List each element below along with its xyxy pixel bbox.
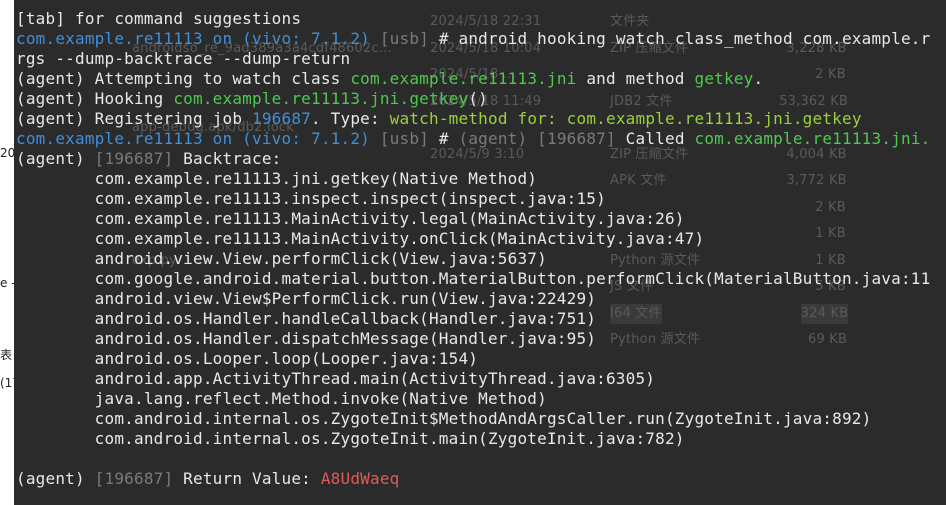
- terminal-line: (agent) Attempting to watch class com.ex…: [16, 69, 763, 89]
- terminal-text-segment: android.view.View$PerformClick.run(View.…: [16, 289, 597, 308]
- terminal-text-segment: com.example.re11113.jni: [350, 69, 577, 88]
- terminal-text-segment: (): [468, 89, 488, 108]
- terminal-line: com.example.re11113.jni.getkey(Native Me…: [16, 169, 537, 189]
- terminal-line: com.google.android.material.button.Mater…: [16, 269, 931, 289]
- terminal-text-segment: [tab] for command suggestions: [16, 9, 302, 28]
- terminal-text-segment: android.os.Handler.handleCallback(Handle…: [16, 309, 597, 328]
- ghost-file-type: Python 源文件: [610, 252, 701, 268]
- terminal-text-segment: com.example.re11113.MainActivity.legal(M…: [16, 209, 685, 228]
- ghost-file-size: 324 KB: [800, 303, 849, 324]
- terminal-line: [tab] for command suggestions: [16, 9, 301, 29]
- terminal-text-segment: Called: [625, 129, 695, 148]
- terminal-text-segment: (agent) Attempting to watch class: [16, 69, 351, 88]
- terminal-line: (agent) Hooking com.example.re11113.jni.…: [16, 89, 488, 109]
- terminal-text-segment: android.view.View.performClick(View.java…: [16, 249, 547, 268]
- terminal-line: (agent) [196687] Return Value: A8UdWaeq: [16, 469, 400, 489]
- terminal-text-segment: com.example.re11113.MainActivity.onClick…: [16, 229, 705, 248]
- terminal-text-segment: (agent): [458, 129, 538, 148]
- terminal-text-segment: android.app.ActivityThread.main(Activity…: [16, 369, 656, 388]
- ghost-file-size: 2 KB: [815, 67, 846, 82]
- terminal-line: android.view.View$PerformClick.run(View.…: [16, 289, 596, 309]
- terminal-text-segment: java.lang.reflect.Method.invoke(Native M…: [16, 389, 547, 408]
- terminal-text-segment: [usb]: [379, 29, 439, 48]
- terminal-text-segment: com.example.re11113.inspect.inspect(insp…: [16, 189, 606, 208]
- terminal-text-segment: android.os.Handler.dispatchMessage(Handl…: [16, 329, 597, 348]
- terminal-text-segment: Backtrace:: [183, 149, 282, 168]
- terminal-text-segment: [196687]: [94, 149, 184, 168]
- terminal-line: com.example.re11113.inspect.inspect(insp…: [16, 189, 606, 209]
- terminal-text-segment: com.example.re11113.jni.getkey: [173, 89, 469, 108]
- terminal-text-segment: Return Value:: [183, 469, 321, 488]
- terminal-line: android.app.ActivityThread.main(Activity…: [16, 369, 655, 389]
- terminal-text-segment: [196687]: [94, 469, 184, 488]
- terminal-text-segment: .: [753, 69, 764, 88]
- ghost-file-size: 69 KB: [808, 332, 848, 347]
- terminal-window[interactable]: 2024/5/18 22:31 文件夹 androidso_re_9ad389a3a…: [14, 0, 946, 505]
- ghost-file-type: Python 源文件: [610, 332, 701, 347]
- terminal-line: com.android.internal.os.ZygoteInit$Metho…: [16, 409, 872, 429]
- terminal-line: com.example.re11113 on (vivo: 7.1.2) [us…: [16, 129, 931, 149]
- terminal-text-segment: rgs --dump-backtrace --dump-return: [16, 49, 351, 68]
- terminal-text-segment: com.example.re11113.jni.getkey(Native Me…: [16, 169, 538, 188]
- ghost-file-size: 1 KB: [815, 252, 846, 268]
- terminal-text-segment: 196687: [252, 109, 311, 128]
- terminal-line: (agent) [196687] Backtrace:: [16, 149, 282, 169]
- terminal-line: java.lang.reflect.Method.invoke(Native M…: [16, 389, 547, 409]
- ghost-file-size: 3,772 KB: [786, 173, 847, 188]
- terminal-text-segment: watch-method for: com.example.re11113.jn…: [389, 109, 862, 128]
- terminal-text-segment: [usb]: [379, 129, 439, 148]
- terminal-line: com.android.internal.os.ZygoteInit.main(…: [16, 429, 685, 449]
- terminal-text-segment: (agent) Registering job: [16, 109, 252, 128]
- terminal-text-segment: (agent): [16, 469, 95, 488]
- terminal-text-segment: com.example.re11113 on (vivo: 7.1.2): [16, 29, 380, 48]
- terminal-line: android.os.Handler.handleCallback(Handle…: [16, 309, 596, 329]
- terminal-text-segment: # android hooking watch class_method com…: [438, 29, 931, 48]
- ghost-file-type: APK 文件: [610, 173, 667, 188]
- terminal-line: android.os.Handler.dispatchMessage(Handl…: [16, 329, 596, 349]
- ghost-file-type: I64 文件: [610, 303, 662, 324]
- terminal-text-segment: com.android.internal.os.ZygoteInit.main(…: [16, 429, 685, 448]
- terminal-text-segment: A8UdWaeq: [320, 469, 400, 488]
- terminal-line: rgs --dump-backtrace --dump-return: [16, 49, 350, 69]
- terminal-text-segment: . Type:: [311, 109, 390, 128]
- terminal-text-segment: and method: [576, 69, 695, 88]
- terminal-line: (agent) Registering job 196687. Type: wa…: [16, 109, 862, 129]
- terminal-text-segment: com.example.re11113.jni.: [694, 129, 931, 148]
- terminal-text-segment: #: [438, 129, 459, 148]
- terminal-line: com.example.re11113 on (vivo: 7.1.2) [us…: [16, 29, 930, 49]
- terminal-text-segment: com.example.re11113 on (vivo: 7.1.2): [16, 129, 380, 148]
- terminal-text-segment: android.os.Looper.loop(Looper.java:154): [16, 349, 479, 368]
- ghost-file-size: 1 KB: [815, 226, 846, 241]
- terminal-text-segment: (agent) Hooking: [16, 89, 174, 108]
- terminal-text-segment: com.android.internal.os.ZygoteInit$Metho…: [16, 409, 872, 428]
- terminal-text-segment: getkey: [694, 69, 754, 88]
- left-pane-fragment: 表: [0, 348, 13, 362]
- terminal-line: android.view.View.performClick(View.java…: [16, 249, 547, 269]
- terminal-line: com.example.re11113.MainActivity.legal(M…: [16, 209, 685, 229]
- terminal-text-segment: com.google.android.material.button.Mater…: [16, 269, 931, 288]
- terminal-text-segment: [196687]: [537, 129, 626, 148]
- terminal-text-segment: (agent): [16, 149, 95, 168]
- terminal-line: android.os.Looper.loop(Looper.java:154): [16, 349, 478, 369]
- terminal-line: com.example.re11113.MainActivity.onClick…: [16, 229, 704, 249]
- ghost-file-size: 2 KB: [815, 199, 846, 215]
